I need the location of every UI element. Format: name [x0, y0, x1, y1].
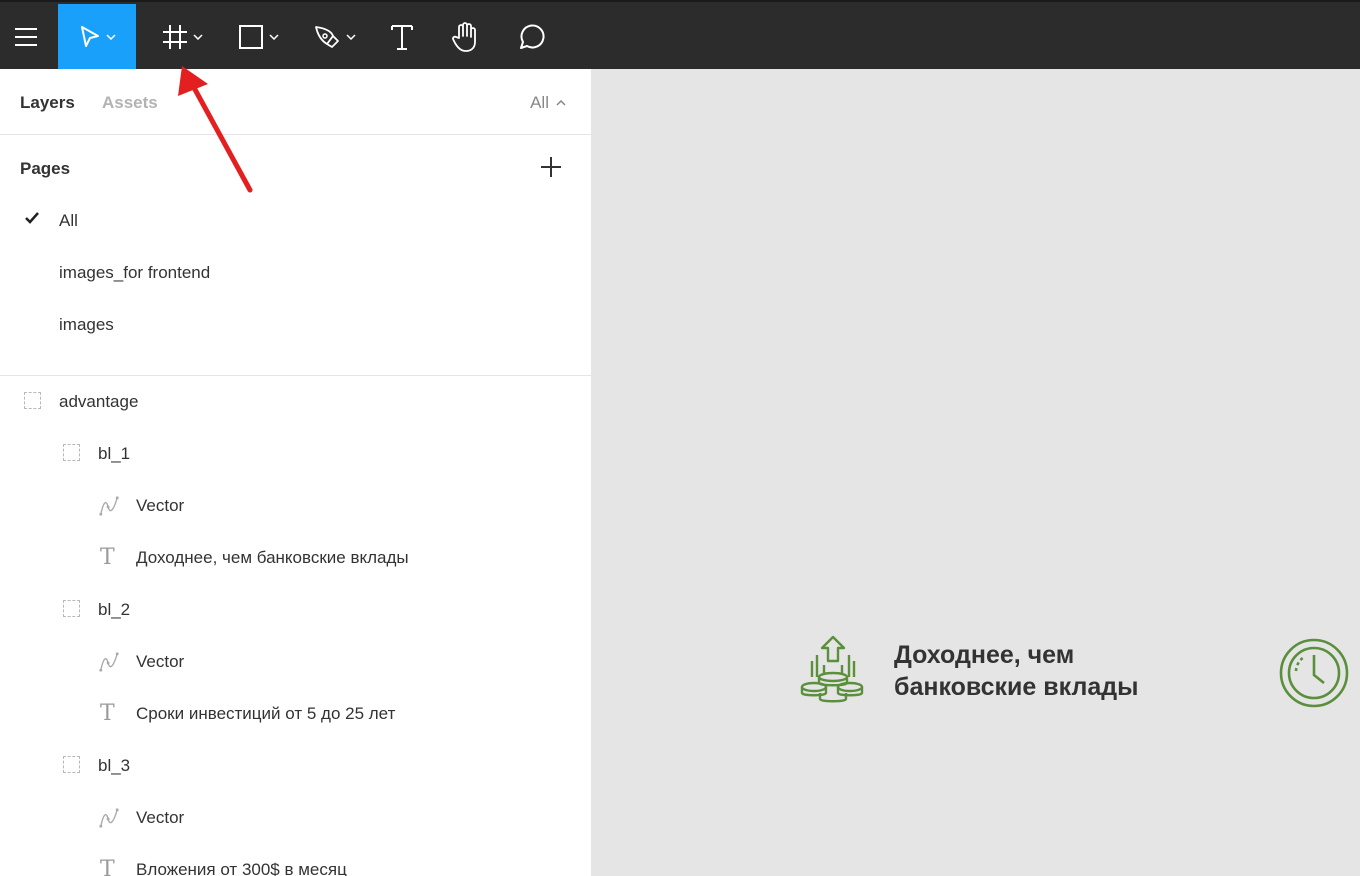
advantage-heading: Доходнее, чем банковские вклады: [894, 639, 1138, 703]
page-item-images[interactable]: images: [0, 303, 591, 347]
chevron-down-icon: [345, 34, 356, 40]
layer-row-vector[interactable]: Vector: [0, 792, 591, 844]
vector-icon: [99, 652, 119, 672]
add-page-button[interactable]: [541, 157, 561, 177]
layer-label: bl_3: [98, 756, 131, 775]
page-item-images-for-frontend[interactable]: images_for frontend: [0, 251, 591, 295]
pen-tool-button[interactable]: [302, 4, 366, 70]
frame-icon: [24, 392, 41, 409]
pages-header: Pages: [0, 135, 591, 201]
text-icon: [391, 25, 413, 50]
rectangle-icon: [238, 25, 263, 49]
tab-layers[interactable]: Layers: [20, 93, 75, 113]
advantage-line-1: Доходнее, чем: [894, 641, 1075, 669]
layer-row-text[interactable]: T Доходнее, чем банковские вклады: [0, 532, 591, 584]
tab-assets[interactable]: Assets: [102, 93, 158, 113]
layers-panel: Layers Assets All Pages All images_for f…: [0, 69, 592, 876]
clock-icon: [1279, 638, 1349, 708]
advantage-line-2: банковские вклады: [894, 673, 1139, 701]
comment-tool-button[interactable]: [508, 4, 552, 70]
menu-icon: [15, 28, 37, 46]
page-filter-dropdown[interactable]: All: [530, 93, 566, 113]
layer-row-text[interactable]: T Вложения от 300$ в месяц: [0, 844, 591, 876]
text-tool-button[interactable]: [380, 4, 424, 70]
page-item-label: images: [59, 315, 114, 334]
layer-label: Vector: [136, 496, 185, 515]
layer-row-vector[interactable]: Vector: [0, 636, 591, 688]
layer-label: Доходнее, чем банковские вклады: [136, 548, 409, 567]
page-item-label: images_for frontend: [59, 263, 211, 282]
page-filter-label: All: [530, 93, 549, 112]
move-cursor-icon: [80, 26, 99, 47]
vector-icon: [99, 496, 119, 516]
pen-icon: [314, 26, 339, 48]
layer-row-vector[interactable]: Vector: [0, 480, 591, 532]
pages-title: Pages: [20, 159, 71, 178]
layer-row-text[interactable]: T Сроки инвестиций от 5 до 25 лет: [0, 688, 591, 740]
design-canvas[interactable]: Доходнее, чем банковские вклады: [592, 69, 1360, 876]
text-layer-icon: T: [100, 857, 115, 876]
layer-label: Vector: [136, 808, 185, 827]
layer-label: bl_1: [98, 444, 131, 463]
text-layer-icon: T: [100, 545, 115, 570]
annotation-arrow-icon: [178, 66, 253, 193]
frame-icon: [63, 444, 80, 461]
hand-tool-button[interactable]: [444, 4, 488, 70]
layer-label: bl_2: [98, 600, 131, 619]
move-tool-button[interactable]: [58, 4, 136, 70]
layer-row-advantage[interactable]: advantage: [0, 376, 591, 428]
coins-growth-icon: [800, 635, 864, 703]
page-item-label: All: [59, 211, 78, 230]
chevron-down-icon: [192, 34, 203, 40]
frame-icon: [63, 756, 80, 773]
rectangle-tool-button[interactable]: [226, 4, 290, 70]
vector-icon: [99, 808, 119, 828]
layer-label: Сроки инвестиций от 5 до 25 лет: [136, 704, 396, 723]
text-layer-icon: T: [100, 701, 115, 726]
layer-label: Вложения от 300$ в месяц: [136, 860, 347, 876]
chevron-down-icon: [268, 34, 279, 40]
hand-icon: [452, 22, 476, 52]
frame-icon: [63, 600, 80, 617]
frame-tool-button[interactable]: [150, 4, 214, 70]
toolbar: [0, 0, 1360, 70]
comment-icon: [520, 24, 545, 49]
menu-button[interactable]: [0, 4, 52, 70]
layer-label: Vector: [136, 652, 185, 671]
checkmark-icon: [25, 212, 39, 224]
layer-label: advantage: [59, 392, 139, 411]
chevron-down-icon: [105, 34, 116, 40]
frame-hash-icon: [162, 25, 187, 49]
layer-row-bl-2[interactable]: bl_2: [0, 584, 591, 636]
page-item-all[interactable]: All: [0, 199, 591, 243]
layer-row-bl-1[interactable]: bl_1: [0, 428, 591, 480]
layer-row-bl-3[interactable]: bl_3: [0, 740, 591, 792]
chevron-up-icon: [556, 100, 566, 106]
panel-tabs: Layers Assets All: [0, 69, 591, 135]
